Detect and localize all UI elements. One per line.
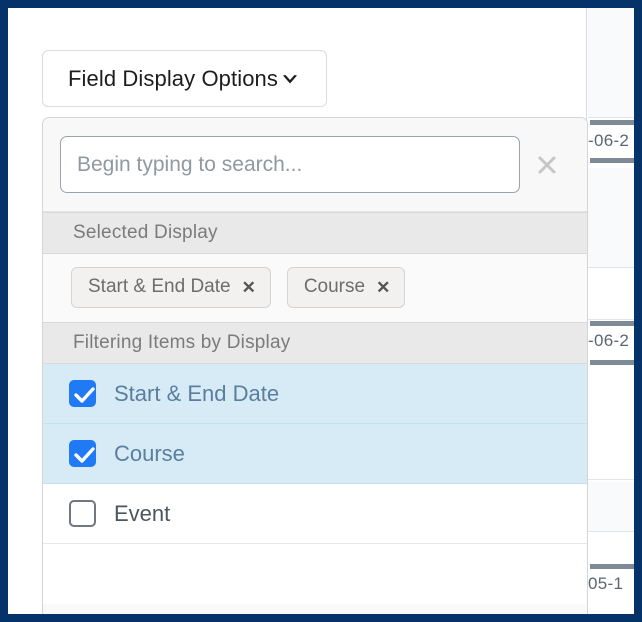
checkbox-checked-icon[interactable] [69, 380, 96, 407]
selected-display-chips: Start & End Date ✕ Course ✕ [43, 254, 587, 322]
field-display-options-button[interactable]: Field Display Options [42, 50, 327, 107]
table-cell-bar [590, 120, 634, 125]
table-row [588, 270, 634, 320]
chevron-down-icon [279, 68, 301, 90]
dropdown-empty-row [43, 544, 587, 604]
table-cell-date: -06-2 [588, 331, 630, 350]
table-cell-bar [590, 564, 634, 569]
search-input[interactable] [60, 136, 520, 193]
option-row-start-end-date[interactable]: Start & End Date [43, 364, 587, 424]
option-label: Event [114, 500, 171, 526]
table-cell-bar [590, 360, 634, 365]
checkbox-checked-icon[interactable] [69, 440, 96, 467]
filtering-items-header: Filtering Items by Display [43, 322, 587, 364]
option-row-course[interactable]: Course [43, 424, 587, 484]
option-label: Course [114, 440, 185, 466]
table-row [588, 370, 634, 480]
field-display-options-label: Field Display Options [68, 65, 278, 91]
table-row [588, 482, 634, 532]
dropdown-search-row [43, 118, 587, 212]
close-icon[interactable] [534, 152, 560, 178]
field-display-options-dropdown: Selected Display Start & End Date ✕ Cour… [42, 117, 588, 614]
option-row-event[interactable]: Event [43, 484, 587, 544]
app-window: -06-2 -06-2 05-1 Field Display Options B… [0, 0, 642, 622]
chip-label: Start & End Date [88, 276, 231, 297]
chip-course[interactable]: Course ✕ [286, 266, 406, 308]
selected-display-header: Selected Display [43, 212, 587, 254]
chip-start-end-date[interactable]: Start & End Date ✕ [71, 266, 271, 308]
checkbox-unchecked-icon[interactable] [69, 500, 96, 527]
table-cell-date: -06-2 [588, 131, 630, 150]
table-cell-date: 05-1 [588, 574, 624, 593]
chip-label: Course [303, 276, 366, 297]
table-cell-bar [590, 321, 634, 326]
chip-remove-icon[interactable]: ✕ [376, 279, 390, 296]
option-label: Start & End Date [114, 380, 280, 406]
table-row [588, 8, 634, 118]
chip-remove-icon[interactable]: ✕ [242, 279, 256, 296]
table-cell-bar [590, 158, 634, 163]
table-row [588, 168, 634, 268]
